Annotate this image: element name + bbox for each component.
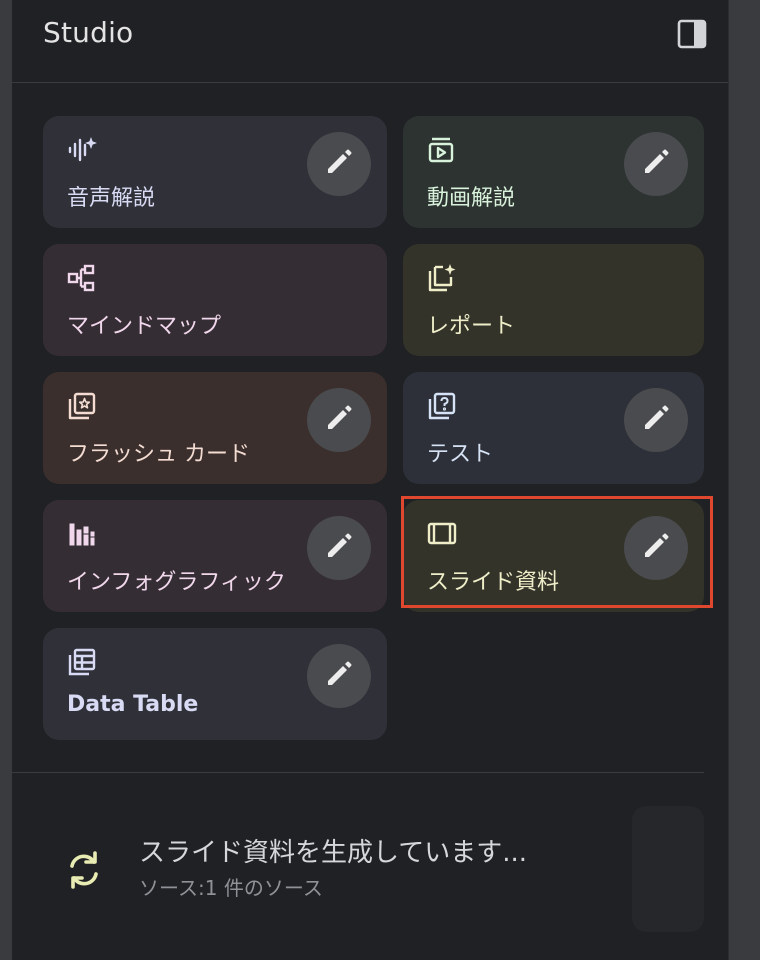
pencil-icon xyxy=(322,529,356,567)
video-play-icon xyxy=(427,135,457,165)
pencil-icon xyxy=(322,657,356,695)
infographic-icon xyxy=(67,519,97,549)
section-divider xyxy=(12,772,704,773)
card-label: Data Table xyxy=(67,692,199,717)
edit-button[interactable] xyxy=(307,388,371,452)
report-sparkle-icon xyxy=(427,263,457,293)
card-report[interactable]: レポート xyxy=(403,244,704,356)
card-mind-map[interactable]: マインドマップ xyxy=(43,244,387,356)
sync-icon xyxy=(62,848,106,892)
card-data-table[interactable]: Data Table xyxy=(43,628,387,740)
card-label: フラッシュ カード xyxy=(67,442,250,467)
studio-panel: Studio 音声解説 動画解説 マインドマップ レポート フラッシュ カード … xyxy=(12,0,729,960)
mind-map-icon xyxy=(67,263,97,293)
card-audio-overview[interactable]: 音声解説 xyxy=(43,116,387,228)
pencil-icon xyxy=(639,401,673,439)
audio-sparkle-icon xyxy=(67,135,97,165)
card-label: 動画解説 xyxy=(427,186,516,211)
card-infographic[interactable]: インフォグラフィック xyxy=(43,500,387,612)
card-label: マインドマップ xyxy=(67,314,222,339)
edit-button[interactable] xyxy=(307,516,371,580)
edit-button[interactable] xyxy=(307,132,371,196)
card-label: レポート xyxy=(427,314,516,339)
status-subtitle: ソース:1 件のソース xyxy=(139,876,323,900)
slides-icon xyxy=(427,519,457,549)
status-title: スライド資料を生成しています... xyxy=(139,838,528,868)
studio-header: Studio xyxy=(12,0,728,83)
quiz-icon xyxy=(427,391,457,421)
card-label: インフォグラフィック xyxy=(67,570,286,595)
flashcards-icon xyxy=(67,391,97,421)
status-action-area xyxy=(632,806,704,932)
edit-button[interactable] xyxy=(307,644,371,708)
edit-button[interactable] xyxy=(624,132,688,196)
panel-title: Studio xyxy=(43,16,134,49)
card-flashcards[interactable]: フラッシュ カード xyxy=(43,372,387,484)
card-label: 音声解説 xyxy=(67,186,156,211)
pencil-icon xyxy=(322,401,356,439)
card-slides[interactable]: スライド資料 xyxy=(403,500,704,612)
card-video-overview[interactable]: 動画解説 xyxy=(403,116,704,228)
card-label: テスト xyxy=(427,442,494,467)
side-panel-icon[interactable] xyxy=(677,19,707,49)
pencil-icon xyxy=(639,529,673,567)
table-icon xyxy=(67,647,97,677)
pencil-icon xyxy=(322,145,356,183)
pencil-icon xyxy=(639,145,673,183)
card-label: スライド資料 xyxy=(427,570,560,595)
edit-button[interactable] xyxy=(624,516,688,580)
card-quiz[interactable]: テスト xyxy=(403,372,704,484)
edit-button[interactable] xyxy=(624,388,688,452)
